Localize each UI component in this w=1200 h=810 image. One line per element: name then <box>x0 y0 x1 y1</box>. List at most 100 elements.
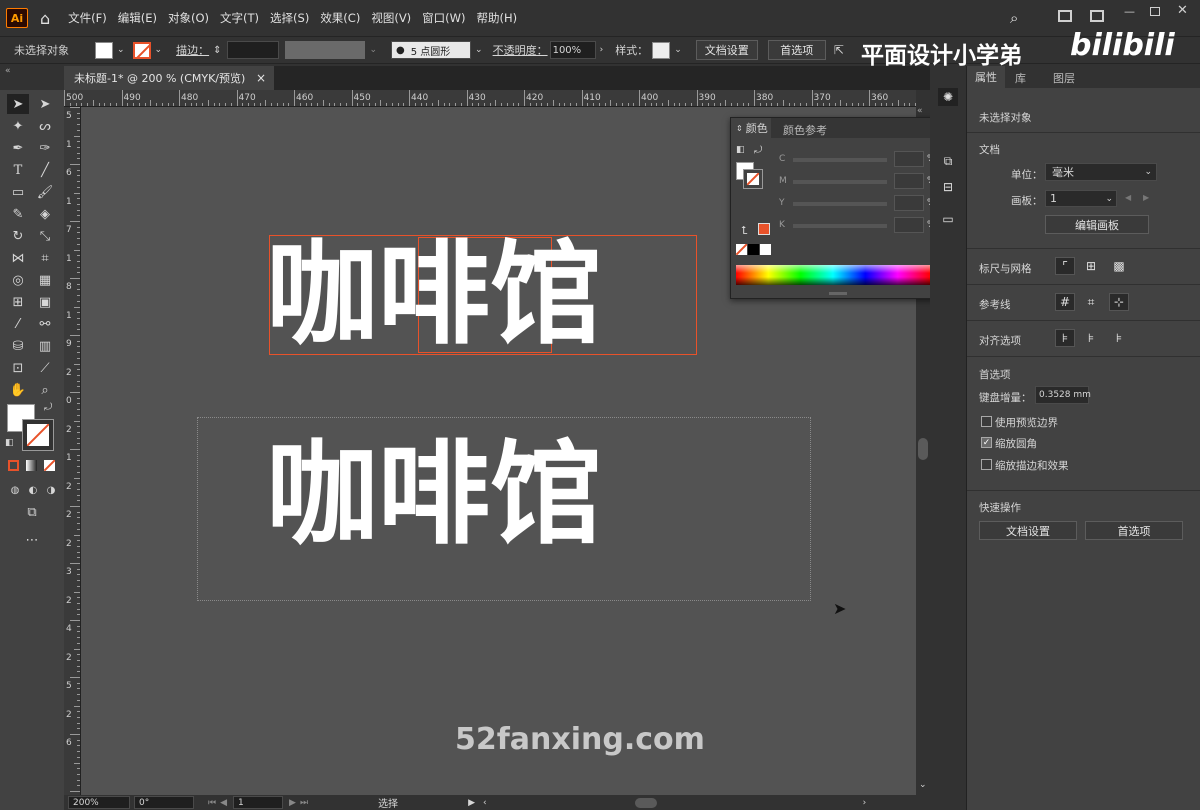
stroke-color-box[interactable] <box>22 419 54 451</box>
opacity-input[interactable]: 100% <box>549 41 596 59</box>
tab-libraries[interactable]: 库 <box>1015 70 1026 86</box>
default-colors-icon[interactable]: ◧ <box>736 145 745 155</box>
color-panel-icon[interactable]: ✺ <box>938 88 958 106</box>
prev-artboard-icon[interactable]: ◀ <box>220 798 227 808</box>
panel-collapse-icon[interactable]: « <box>917 106 923 116</box>
stroke-weight-input[interactable] <box>227 41 280 59</box>
chevron-down-icon[interactable]: ⌄ <box>155 45 163 55</box>
gradient-tool-icon[interactable]: ▣ <box>34 292 56 312</box>
tab-layers[interactable]: 图层 <box>1053 70 1075 86</box>
channel-c-slider[interactable] <box>793 158 887 162</box>
vertical-ruler[interactable]: 5 1 6 1 7 1 8 1 9 2 0 2 1 2 2 2 3 2 4 2 5 2 6 <box>64 107 81 795</box>
align-panel-icon[interactable]: ⊟ <box>938 178 958 196</box>
next-artboard-icon[interactable]: ▶ <box>289 798 296 808</box>
last-artboard-icon[interactable]: ⏭ <box>300 798 308 808</box>
artboard-select[interactable]: 1 <box>233 796 284 809</box>
swap-colors-icon[interactable]: ⤾ <box>754 145 762 156</box>
menu-file[interactable]: 文件(F) <box>68 10 107 26</box>
rotate-select[interactable]: 0° <box>134 796 194 809</box>
screen-mode-icon[interactable]: ⧉ <box>21 502 43 522</box>
guides-icon[interactable]: # <box>1055 293 1075 311</box>
out-of-gamut-icon[interactable]: ⮤ <box>741 224 748 238</box>
perspective-grid-icon[interactable]: ▦ <box>34 270 56 290</box>
minimize-icon[interactable]: — <box>1124 5 1135 18</box>
headline-text-top[interactable]: 咖啡馆 <box>266 235 602 355</box>
first-artboard-icon[interactable]: ⏮ <box>208 798 216 808</box>
scale-strokes-checkbox[interactable] <box>981 459 992 470</box>
collapse-left-icon[interactable]: « <box>5 66 11 76</box>
paintbrush-icon[interactable]: 🖌 <box>34 182 56 202</box>
hand-tool-icon[interactable]: ✋ <box>7 380 29 400</box>
horizontal-ruler[interactable]: 500 490 480 470 460 450 440 430 420 410 400 390 380 3… <box>64 90 916 107</box>
channel-c-input[interactable] <box>894 151 924 167</box>
variable-width-select[interactable] <box>285 41 366 59</box>
free-transform-icon[interactable]: ⌗ <box>34 248 56 268</box>
zoom-tool-icon[interactable]: ⌕ <box>34 380 56 400</box>
brush-select[interactable]: ● 5 点圆形 <box>391 41 472 59</box>
color-mode-icon[interactable] <box>8 460 19 471</box>
rotate-tool-icon[interactable]: ↻ <box>7 226 29 246</box>
black-swatch[interactable] <box>748 244 759 255</box>
swap-colors-icon[interactable]: ⤾ <box>44 402 52 413</box>
doc-setup-button[interactable]: 文档设置 <box>695 40 758 60</box>
arrange-icon[interactable]: ⇱ <box>834 43 844 57</box>
menu-type[interactable]: 文字(T) <box>220 10 259 26</box>
artboard-select[interactable]: 1 ⌄ <box>1045 190 1117 207</box>
gamut-swatch[interactable] <box>758 223 770 235</box>
channel-y-input[interactable] <box>894 195 924 211</box>
shaper-tool-icon[interactable]: ✎ <box>7 204 29 224</box>
doc-setup-button[interactable]: 文档设置 <box>979 521 1077 540</box>
channel-m-slider[interactable] <box>793 180 887 184</box>
chevron-right-icon[interactable]: › <box>600 45 604 55</box>
use-preview-bounds-checkbox[interactable] <box>981 416 992 427</box>
blend-tool-icon[interactable]: ⚯ <box>34 314 56 334</box>
direct-selection-tool-icon[interactable]: ➤ <box>34 94 56 114</box>
mesh-tool-icon[interactable]: ⊞ <box>7 292 29 312</box>
menu-view[interactable]: 视图(V) <box>371 10 411 26</box>
prev-artboard-icon[interactable]: ◀ <box>1125 193 1131 202</box>
comments-panel-icon[interactable]: ▭ <box>938 210 958 228</box>
preferences-button[interactable]: 首选项 <box>1085 521 1183 540</box>
symbol-sprayer-icon[interactable]: ⛁ <box>7 336 29 356</box>
unit-select[interactable]: 毫米 ⌄ <box>1045 163 1157 181</box>
white-swatch[interactable] <box>760 244 771 255</box>
stroke-stepper-icon[interactable]: ⇕ <box>213 45 221 56</box>
scale-tool-icon[interactable]: ⤡ <box>34 226 56 246</box>
gradient-mode-icon[interactable] <box>26 460 37 471</box>
eraser-icon[interactable]: ◈ <box>34 204 56 224</box>
chevron-down-icon[interactable]: ⌄ <box>117 45 125 55</box>
fill-swatch[interactable] <box>95 41 113 59</box>
tab-close-icon[interactable]: × <box>256 71 266 85</box>
lock-guides-icon[interactable]: ⌗ <box>1081 293 1101 311</box>
slice-tool-icon[interactable]: ⟋ <box>34 358 56 378</box>
hscroll-left-icon[interactable]: ‹ <box>483 798 487 808</box>
column-graph-icon[interactable]: ▥ <box>34 336 56 356</box>
snap-glyph-icon[interactable]: ⊧ <box>1109 329 1129 347</box>
eyedropper-icon[interactable]: ⁄ <box>7 314 29 334</box>
none-swatch[interactable] <box>736 244 747 255</box>
more-tools-icon[interactable]: ⋯ <box>21 530 43 550</box>
channel-k-slider[interactable] <box>793 224 887 228</box>
search-icon[interactable]: ⌕ <box>1010 9 1018 27</box>
snap-point-icon[interactable]: ⊧ <box>1055 329 1075 347</box>
zoom-select[interactable]: 200% <box>68 796 130 809</box>
transform-panel-icon[interactable]: ⧉ <box>938 152 958 170</box>
edit-artboard-button[interactable]: 编辑画板 <box>1045 215 1149 234</box>
channel-y-slider[interactable] <box>793 202 887 206</box>
tab-color[interactable]: ⇕ 颜色 <box>731 118 771 138</box>
workspace-icon[interactable] <box>1058 10 1072 22</box>
menu-window[interactable]: 窗口(W) <box>422 10 465 26</box>
menu-object[interactable]: 对象(O) <box>168 10 209 26</box>
grid-icon[interactable]: ⊞ <box>1081 257 1101 275</box>
tab-properties[interactable]: 属性 <box>967 66 1005 88</box>
hscroll-right-icon[interactable]: › <box>863 798 867 808</box>
panel-resize-handle[interactable] <box>829 292 847 295</box>
type-tool-icon[interactable]: T <box>7 160 29 180</box>
lasso-icon[interactable]: ᔕ <box>34 116 56 136</box>
keyboard-increment-input[interactable]: 0.3528 mm <box>1035 386 1091 404</box>
scroll-thumb[interactable] <box>918 438 928 460</box>
none-mode-icon[interactable] <box>44 460 55 471</box>
magic-wand-icon[interactable]: ✦ <box>7 116 29 136</box>
next-artboard-icon[interactable]: ▶ <box>1143 193 1149 202</box>
shape-builder-icon[interactable]: ◎ <box>7 270 29 290</box>
